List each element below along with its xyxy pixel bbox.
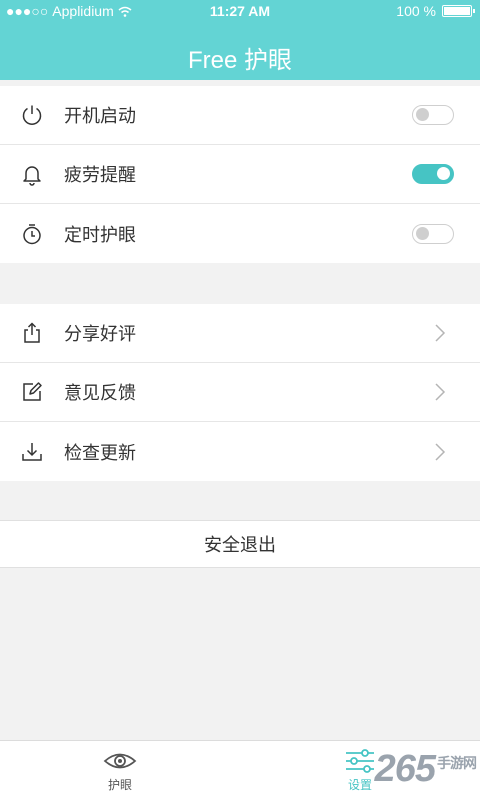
eye-icon xyxy=(103,753,137,769)
bell-icon xyxy=(23,166,41,186)
setting-row-timed-protection[interactable]: 定时护眼 xyxy=(0,204,480,263)
app-header: ●●●○○ Applidium 11:27 AM 100 % Free 护眼 xyxy=(0,0,480,80)
timed-protection-toggle[interactable] xyxy=(412,223,454,244)
tab-label: 设置 xyxy=(347,778,372,792)
toggle-knob xyxy=(416,108,429,121)
watermark-number: 265 xyxy=(374,748,436,790)
setting-row-startup[interactable]: 开机启动 xyxy=(0,86,480,145)
status-bar: ●●●○○ Applidium 11:27 AM 100 % xyxy=(0,0,480,24)
sliders-icon xyxy=(346,749,374,773)
tab-label: 护眼 xyxy=(107,778,132,792)
battery-icon xyxy=(442,5,475,17)
logout-button[interactable]: 安全退出 xyxy=(0,520,480,568)
chevron-right-icon xyxy=(435,324,446,342)
setting-label: 检查更新 xyxy=(64,442,136,464)
settings-group-toggles: 开机启动 疲劳提醒 定时护眼 xyxy=(0,86,480,263)
startup-toggle[interactable] xyxy=(412,105,454,125)
setting-label: 分享好评 xyxy=(64,324,136,345)
download-icon xyxy=(22,442,42,461)
setting-label: 开机启动 xyxy=(64,106,136,127)
power-icon xyxy=(22,105,42,125)
watermark-text: 手游网 xyxy=(437,754,477,771)
page-title: Free 护眼 xyxy=(187,47,292,74)
fatigue-reminder-toggle[interactable] xyxy=(412,164,454,184)
setting-label: 意见反馈 xyxy=(64,383,136,404)
setting-row-check-update[interactable]: 检查更新 xyxy=(0,422,480,481)
status-right: 100 % xyxy=(396,3,475,19)
setting-label: 疲劳提醒 xyxy=(64,165,136,186)
chevron-right-icon xyxy=(435,442,446,461)
setting-row-share[interactable]: 分享好评 xyxy=(0,304,480,363)
setting-row-fatigue-reminder[interactable]: 疲劳提醒 xyxy=(0,145,480,204)
toggle-knob xyxy=(416,226,429,240)
toggle-knob xyxy=(437,167,450,180)
settings-group-links: 分享好评 意见反馈 检查更新 xyxy=(0,304,480,481)
tab-eye-protection[interactable]: 护眼 xyxy=(0,741,240,800)
share-icon xyxy=(24,322,40,343)
setting-row-feedback[interactable]: 意见反馈 xyxy=(0,363,480,422)
setting-label: 定时护眼 xyxy=(64,224,136,246)
edit-icon xyxy=(23,382,42,401)
watermark-logo: 265 手游网 xyxy=(374,748,477,791)
chevron-right-icon xyxy=(435,383,446,401)
battery-level: 100 % xyxy=(396,3,436,19)
timer-icon xyxy=(23,223,41,244)
